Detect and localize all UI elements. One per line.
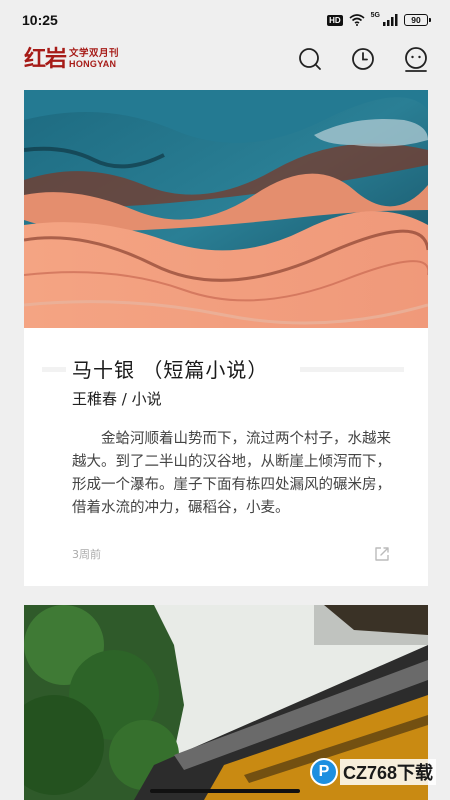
status-icons: HD 5G 90 [327, 11, 431, 26]
logo-english: HONGYAN [69, 59, 117, 70]
article-cover-image [24, 90, 428, 328]
hd-badge: HD [327, 14, 343, 26]
title-decor-right [300, 367, 404, 372]
article-card[interactable]: 马十银 （短篇小说） 王稚春 / 小说 金蛤河顺着山势而下，流过两个村子，水越来… [24, 90, 428, 586]
watermark-logo-icon: P [310, 758, 338, 786]
logo-chinese: 文学双月刊 [69, 47, 120, 59]
app-logo: 红岩 文学双月刊 HONGYAN [24, 48, 119, 70]
title-decor-left [42, 367, 66, 372]
article-timestamp: 3周前 [72, 548, 101, 561]
app-header: 红岩 文学双月刊 HONGYAN [0, 40, 450, 80]
share-icon[interactable] [374, 546, 390, 562]
logo-text: 文学双月刊 HONGYAN [69, 49, 119, 70]
site-watermark: P CZ768下载 [310, 758, 437, 786]
article-author: 王稚春 / 小说 [72, 390, 162, 408]
watermark-text: CZ768下载 [340, 759, 437, 785]
battery-indicator: 90 [404, 14, 431, 26]
wifi-icon [349, 14, 365, 26]
search-icon[interactable] [297, 46, 323, 72]
article-excerpt: 金蛤河顺着山势而下，流过两个村子，水越来越大。到了二半山的汉谷地，从断崖上倾泻而… [72, 431, 391, 516]
clock-icon[interactable] [350, 46, 376, 72]
network-label: 5G [370, 11, 380, 19]
status-time: 10:25 [22, 12, 58, 28]
signal-icon [383, 14, 398, 26]
home-indicator[interactable] [150, 789, 300, 793]
article-title-row: 马十银 （短篇小说） [24, 360, 428, 390]
status-bar: 10:25 HD 5G 90 [0, 0, 450, 40]
article-title[interactable]: 马十银 （短篇小说） [72, 360, 268, 380]
logo-mark: 红岩 [24, 46, 67, 72]
profile-icon[interactable] [403, 46, 429, 72]
